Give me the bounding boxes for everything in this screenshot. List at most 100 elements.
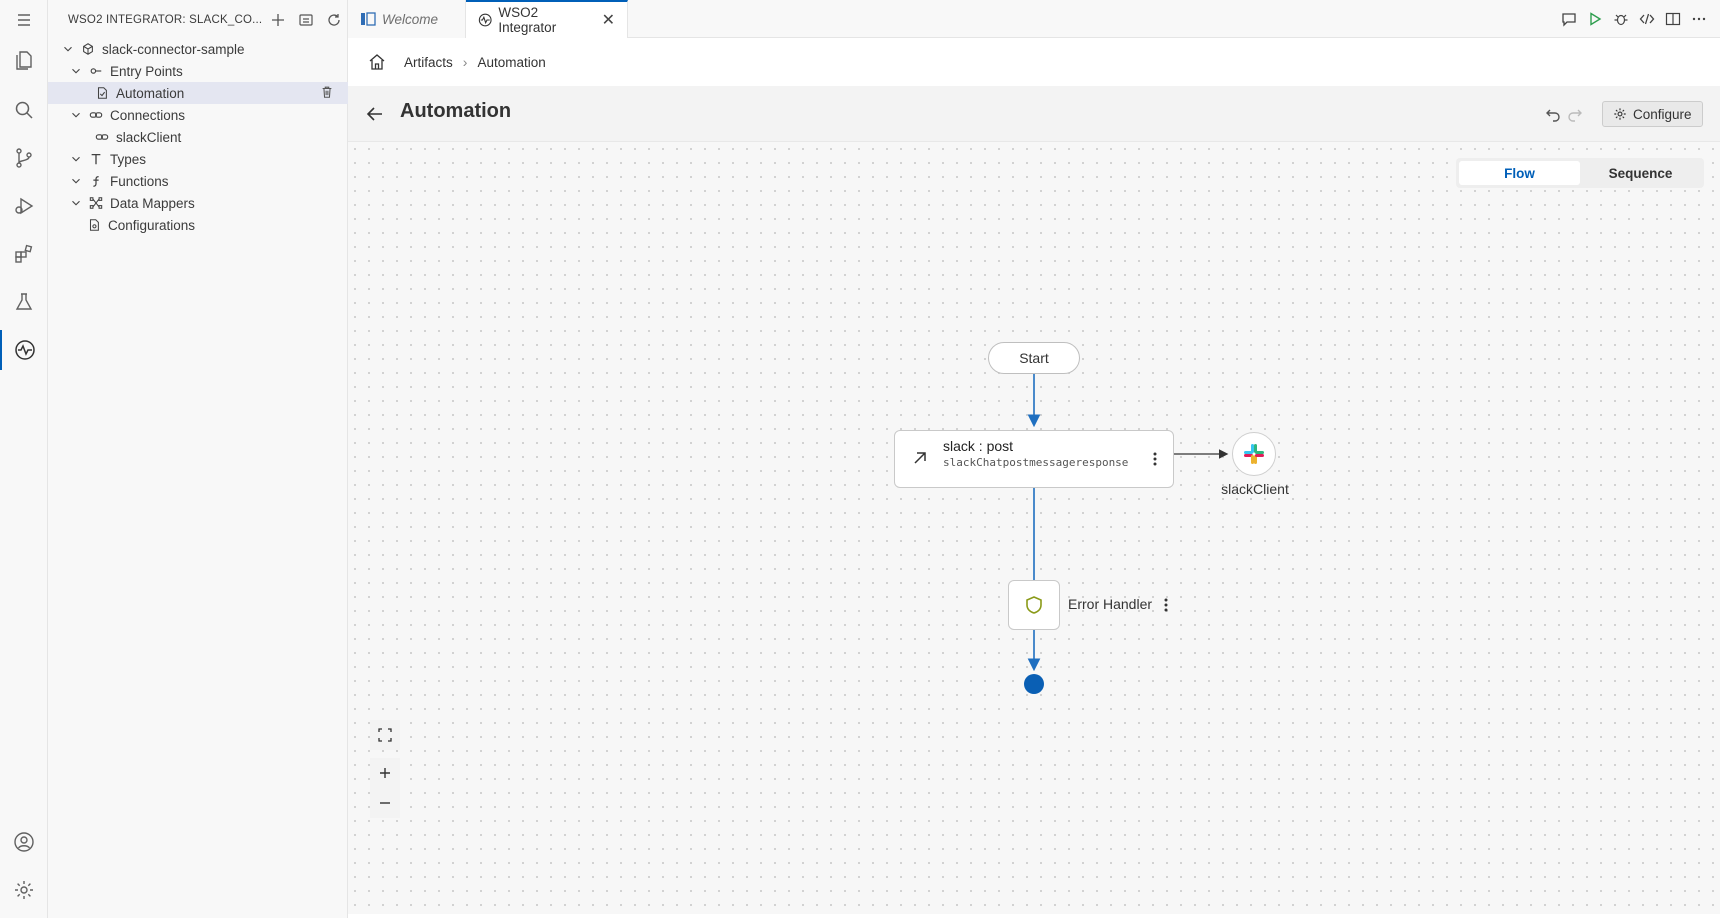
- explorer-icon[interactable]: [0, 40, 48, 80]
- tree-item-label: slackClient: [116, 129, 182, 145]
- fit-screen-icon: [378, 728, 392, 742]
- tree-item-label: Functions: [110, 173, 169, 189]
- more-vertical-icon[interactable]: [1158, 595, 1174, 615]
- tree-item-label: slack-connector-sample: [102, 41, 245, 57]
- view-toggle: Flow Sequence: [1456, 158, 1704, 188]
- minus-icon: [380, 802, 390, 804]
- tree-item-label: Data Mappers: [110, 195, 195, 211]
- action-name: slack : post: [943, 438, 1014, 454]
- flow-edges: [1027, 374, 1229, 672]
- breadcrumb-item-automation: Automation: [477, 54, 546, 70]
- tree-item-types[interactable]: Types: [48, 148, 348, 170]
- chevron-down-icon: [68, 63, 84, 79]
- flow-canvas[interactable]: Flow Sequence Start slack : post slackCh…: [348, 142, 1720, 914]
- configure-button[interactable]: Configure: [1602, 101, 1703, 127]
- tree-item-label: Configurations: [108, 217, 196, 233]
- refresh-icon[interactable]: [320, 6, 348, 34]
- config-file-icon: [86, 217, 102, 233]
- slack-post-node[interactable]: slack : post slackChatpostmessagerespons…: [894, 430, 1174, 488]
- action-subtitle: slackChatpostmessageresponse: [943, 456, 1129, 469]
- tree-item-data-mappers[interactable]: Data Mappers: [48, 192, 348, 214]
- link-icon: [94, 129, 110, 145]
- explorer-sidebar: WSO2 INTEGRATOR: SLACK_CO... slack-conne…: [48, 0, 348, 918]
- zoom-in-button[interactable]: [370, 758, 400, 788]
- slack-logo-icon: [1244, 444, 1264, 464]
- type-icon: [88, 151, 104, 167]
- toggle-sequence[interactable]: Sequence: [1580, 161, 1701, 185]
- tree-item-label: Entry Points: [110, 63, 183, 79]
- add-icon[interactable]: [264, 6, 292, 34]
- chevron-down-icon: [68, 173, 84, 189]
- testing-icon[interactable]: [0, 282, 48, 322]
- welcome-icon: [361, 12, 376, 26]
- wso2-integrator-icon[interactable]: [0, 330, 48, 370]
- tree-item-entry-points[interactable]: Entry Points: [48, 60, 348, 82]
- sidebar-header: WSO2 INTEGRATOR: SLACK_CO...: [48, 0, 348, 40]
- more-vertical-icon[interactable]: [1147, 449, 1163, 469]
- shield-icon: [1026, 596, 1042, 614]
- search-icon[interactable]: [0, 90, 48, 130]
- more-icon[interactable]: [1686, 6, 1712, 32]
- split-editor-icon[interactable]: [1660, 6, 1686, 32]
- extensions-icon[interactable]: [0, 234, 48, 274]
- automation-file-icon: [94, 85, 110, 101]
- chat-icon[interactable]: [1556, 6, 1582, 32]
- package-icon: [80, 41, 96, 57]
- debug-icon[interactable]: [1608, 6, 1634, 32]
- tree-item-configurations[interactable]: Configurations: [48, 214, 348, 236]
- end-node: [1024, 674, 1044, 694]
- breadcrumb-item-artifacts[interactable]: Artifacts: [404, 55, 453, 70]
- error-handler-label: Error Handler: [1068, 596, 1153, 612]
- sidebar-title: WSO2 INTEGRATOR: SLACK_CO...: [68, 14, 263, 26]
- account-icon[interactable]: [0, 822, 48, 862]
- tree-item-connections[interactable]: Connections: [48, 104, 348, 126]
- tab-wso2-integrator[interactable]: WSO2 Integrator ✕: [466, 0, 628, 38]
- home-icon[interactable]: [368, 53, 386, 71]
- redo-icon[interactable]: [1566, 105, 1584, 123]
- start-node[interactable]: Start: [988, 342, 1080, 374]
- arrow-up-right-icon: [914, 452, 926, 464]
- run-icon[interactable]: [1582, 6, 1608, 32]
- function-icon: [88, 173, 104, 189]
- tab-welcome[interactable]: Welcome: [348, 0, 466, 38]
- code-icon[interactable]: [1634, 6, 1660, 32]
- tab-label: Welcome: [382, 11, 439, 27]
- trash-icon[interactable]: [320, 85, 336, 101]
- tree-item-slack-client[interactable]: slackClient: [48, 126, 348, 148]
- chevron-down-icon: [68, 107, 84, 123]
- settings-gear-icon[interactable]: [0, 870, 48, 910]
- connection-label: slackClient: [1221, 481, 1289, 497]
- page-title: Automation: [400, 100, 512, 122]
- overview-icon[interactable]: [292, 6, 320, 34]
- activity-bar: [0, 0, 48, 918]
- page-header: Automation Configure: [348, 86, 1720, 142]
- back-arrow-icon[interactable]: [364, 103, 386, 125]
- undo-icon[interactable]: [1544, 105, 1562, 123]
- link-icon: [88, 107, 104, 123]
- tab-label: WSO2 Integrator: [498, 5, 557, 35]
- source-control-icon[interactable]: [0, 138, 48, 178]
- menu-icon[interactable]: [0, 0, 48, 40]
- entry-point-icon: [88, 63, 104, 79]
- tree-item-label: Types: [110, 151, 147, 167]
- wso2-integrator-icon: [478, 13, 492, 27]
- tree-item-automation[interactable]: Automation: [48, 82, 348, 104]
- error-handler-node[interactable]: [1008, 580, 1060, 630]
- configure-label: Configure: [1633, 106, 1692, 122]
- toggle-flow[interactable]: Flow: [1459, 161, 1580, 185]
- editor-actions: [1556, 0, 1720, 38]
- slack-client-connection-node[interactable]: [1232, 432, 1276, 476]
- fit-screen-button[interactable]: [370, 720, 400, 750]
- tree-item-project[interactable]: slack-connector-sample: [48, 38, 348, 60]
- data-mapper-icon: [88, 195, 104, 211]
- editor-tabbar: Welcome WSO2 Integrator ✕: [348, 0, 1720, 38]
- plus-icon: [380, 768, 390, 778]
- breadcrumb: Artifacts › Automation: [348, 38, 1720, 86]
- zoom-out-button[interactable]: [370, 788, 400, 818]
- run-debug-icon[interactable]: [0, 186, 48, 226]
- close-icon[interactable]: ✕: [602, 10, 615, 30]
- chevron-right-icon: ›: [462, 54, 468, 70]
- tree-item-functions[interactable]: Functions: [48, 170, 348, 192]
- tree-item-label: Connections: [110, 107, 186, 123]
- chevron-down-icon: [68, 195, 84, 211]
